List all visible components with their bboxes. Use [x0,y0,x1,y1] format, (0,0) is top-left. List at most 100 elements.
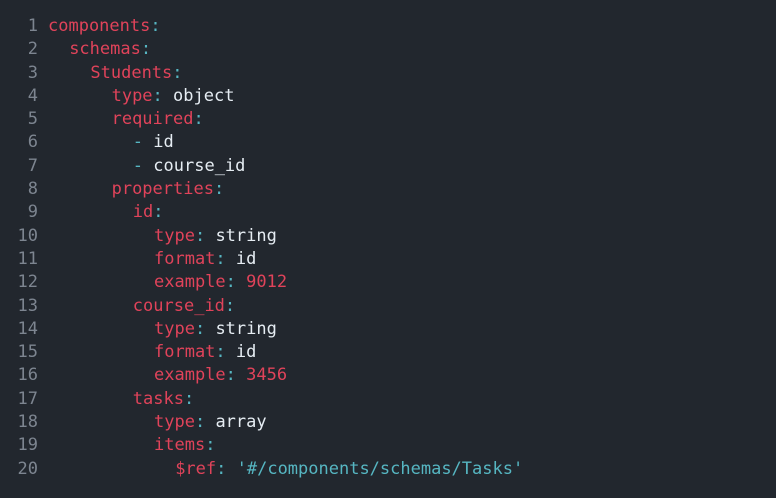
list-dash: - [132,132,144,153]
code-content: schemas: [48,38,151,61]
code-line[interactable]: 15 format: id [0,341,776,364]
yaml-key: $ref [175,458,217,479]
list-value: course_id [143,155,246,176]
code-line[interactable]: 7 - course_id [0,155,776,178]
line-number: 11 [17,248,38,269]
code-line[interactable]: 17 tasks: [0,388,776,411]
yaml-string-value: '#/components/schemas/Tasks' [226,458,524,479]
line-number: 18 [17,412,38,433]
yaml-key: example [154,272,226,293]
yaml-colon: : [224,295,236,316]
code-content: course_id: [48,295,235,318]
yaml-colon: : [152,85,163,106]
yaml-key: tasks [132,388,184,409]
code-line[interactable]: 16 example: 3456 [0,364,776,387]
yaml-colon: : [153,202,164,223]
yaml-key: example [154,365,226,386]
code-content: components: [48,15,161,38]
line-number: 9 [27,202,38,223]
yaml-key: Students [90,62,173,83]
yaml-colon: : [216,458,227,479]
code-content: required: [48,108,204,131]
code-line[interactable]: 20 $ref: '#/components/schemas/Tasks' [0,458,776,481]
code-content: example: 3456 [48,364,287,387]
yaml-value: object [162,85,235,106]
code-content: $ref: '#/components/schemas/Tasks' [48,458,523,481]
code-content: format: id [48,248,256,271]
code-line[interactable]: 18 type: array [0,411,776,434]
code-line[interactable]: 4 type: object [0,85,776,108]
yaml-key: course_id [132,295,225,316]
yaml-key: type [154,225,195,246]
yaml-value: string [205,318,277,339]
code-content: example: 9012 [48,271,287,294]
code-line[interactable]: 9 id: [0,201,776,224]
yaml-value: array [205,412,267,433]
yaml-value: id [225,342,257,363]
line-number: 5 [27,109,38,130]
line-number: 15 [17,342,38,363]
yaml-colon: : [225,272,236,293]
yaml-number-value: 3456 [235,365,288,386]
yaml-colon: : [215,248,226,269]
yaml-colon: : [205,435,216,456]
code-content: type: object [48,85,235,108]
yaml-colon: : [213,179,225,200]
yaml-colon: : [194,225,206,246]
yaml-key: type [154,412,195,433]
code-line[interactable]: 1 components: [0,15,776,38]
line-number: 19 [17,435,38,456]
code-content: tasks: [48,388,194,411]
code-content: properties: [48,178,225,201]
line-number: 7 [27,155,38,176]
code-content: type: array [48,411,267,434]
line-number: 13 [17,295,38,316]
code-line[interactable]: 6 - id [0,131,776,154]
yaml-colon: : [215,342,226,363]
line-number: 3 [27,62,38,83]
yaml-key: id [132,202,154,223]
yaml-colon: : [194,318,206,339]
list-value: id [143,132,174,153]
code-line[interactable]: 11 format: id [0,248,776,271]
line-number: 10 [17,225,38,246]
line-number: 1 [27,16,38,36]
code-line[interactable]: 12 example: 9012 [0,271,776,294]
code-line[interactable]: 8 properties: [0,178,776,201]
code-content: type: string [48,318,277,341]
line-number: 17 [17,388,38,409]
yaml-colon: : [172,62,183,83]
yaml-value: string [205,225,277,246]
yaml-colon: : [183,388,195,409]
code-content: type: string [48,225,277,248]
code-line[interactable]: 5 required: [0,108,776,131]
yaml-colon: : [193,109,204,130]
line-number: 4 [27,85,38,106]
line-number: 2 [27,39,38,60]
yaml-key: properties [111,179,214,200]
yaml-key: schemas [69,39,141,60]
list-dash: - [132,155,144,176]
yaml-key: type [111,85,153,106]
code-line[interactable]: 2 schemas: [0,38,776,61]
yaml-colon: : [194,412,206,433]
code-line[interactable]: 13 course_id: [0,295,776,318]
yaml-key: format [154,248,216,269]
code-content: id: [48,201,164,224]
line-number: 16 [17,365,38,386]
yaml-value: id [225,248,257,269]
code-line[interactable]: 10 type: string [0,225,776,248]
code-content: Students: [48,62,183,85]
yaml-colon: : [225,365,236,386]
code-content: - id [48,131,174,154]
code-line[interactable]: 19 items: [0,434,776,457]
line-number: 20 [17,458,38,479]
line-number: 12 [17,272,38,293]
yaml-colon: : [150,16,161,36]
yaml-key: items [154,435,206,456]
yaml-number-value: 9012 [235,272,288,293]
code-editor[interactable]: 1 components: 2 schemas: 3 Students: 4 type: ob… [0,0,776,498]
code-line[interactable]: 14 type: string [0,318,776,341]
code-line[interactable]: 3 Students: [0,62,776,85]
code-content: - course_id [48,155,246,178]
